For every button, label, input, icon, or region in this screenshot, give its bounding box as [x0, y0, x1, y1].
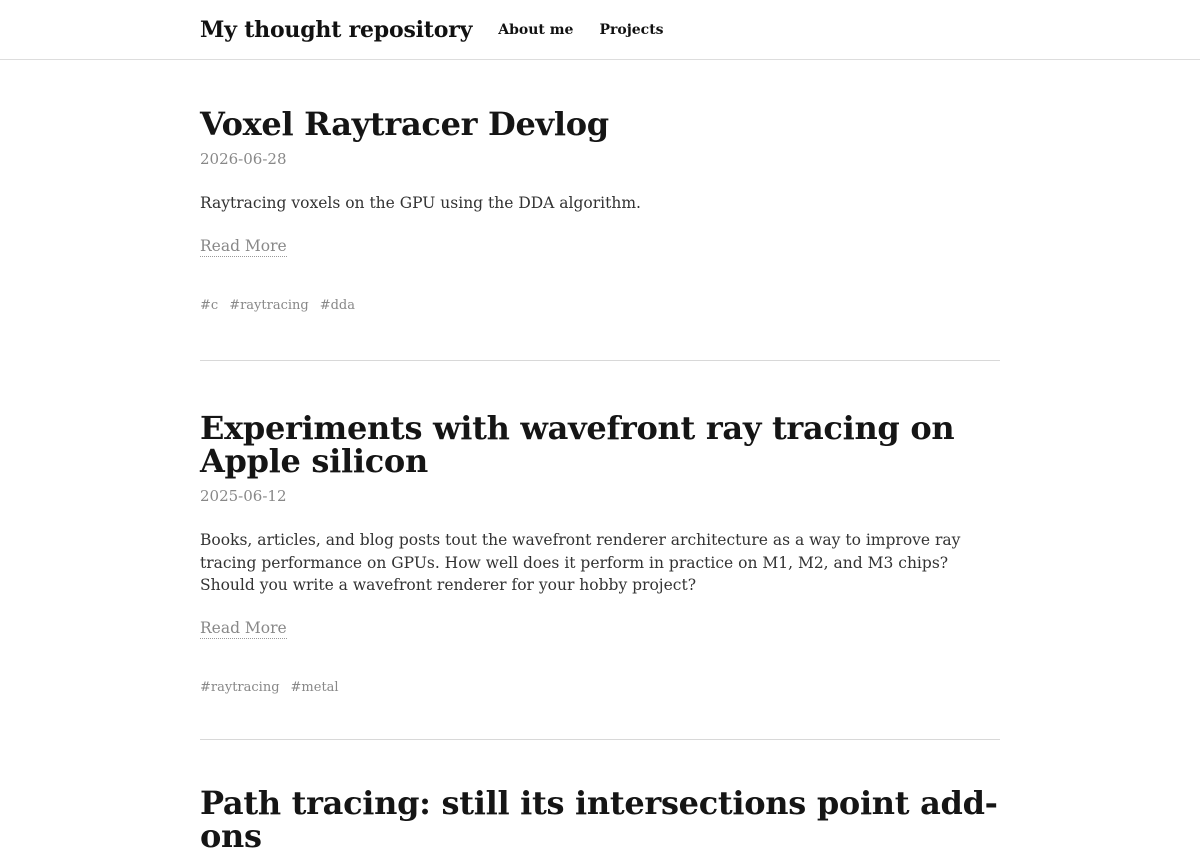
post-item: Path tracing: still its intersections po…	[200, 740, 1000, 853]
site-header: My thought repository About me Projects	[0, 0, 1200, 60]
tag-link-raytracing[interactable]: #raytracing	[200, 679, 280, 697]
tag-link-raytracing[interactable]: #raytracing	[229, 297, 309, 315]
post-title[interactable]: Voxel Raytracer Devlog	[200, 108, 1000, 141]
post-title[interactable]: Experiments with wavefront ray tracing o…	[200, 412, 1000, 478]
post-excerpt: Raytracing voxels on the GPU using the D…	[200, 194, 641, 212]
tag-link-dda[interactable]: #dda	[320, 297, 355, 315]
read-more-link[interactable]: Read More	[200, 619, 287, 639]
nav-link-about-me[interactable]: About me	[498, 22, 573, 38]
post-list: Voxel Raytracer Devlog 2026-06-28 Raytra…	[200, 60, 1000, 853]
post-excerpt: Books, articles, and blog posts tout the…	[200, 531, 961, 594]
nav-link-projects[interactable]: Projects	[599, 22, 663, 38]
post-item: Experiments with wavefront ray tracing o…	[200, 361, 1000, 740]
post-date: 2025-06-12	[200, 487, 287, 505]
tag-link-c[interactable]: #c	[200, 297, 218, 315]
header-inner: My thought repository About me Projects	[200, 0, 664, 59]
post-date: 2026-06-28	[200, 150, 287, 168]
site-title-link[interactable]: My thought repository	[200, 17, 472, 43]
post-tags: #raytracing #metal	[200, 679, 1000, 697]
post-title[interactable]: Path tracing: still its intersections po…	[200, 787, 1000, 853]
read-more-link[interactable]: Read More	[200, 237, 287, 257]
tag-link-metal[interactable]: #metal	[291, 679, 339, 697]
post-item: Voxel Raytracer Devlog 2026-06-28 Raytra…	[200, 60, 1000, 361]
post-tags: #c #raytracing #dda	[200, 297, 1000, 315]
